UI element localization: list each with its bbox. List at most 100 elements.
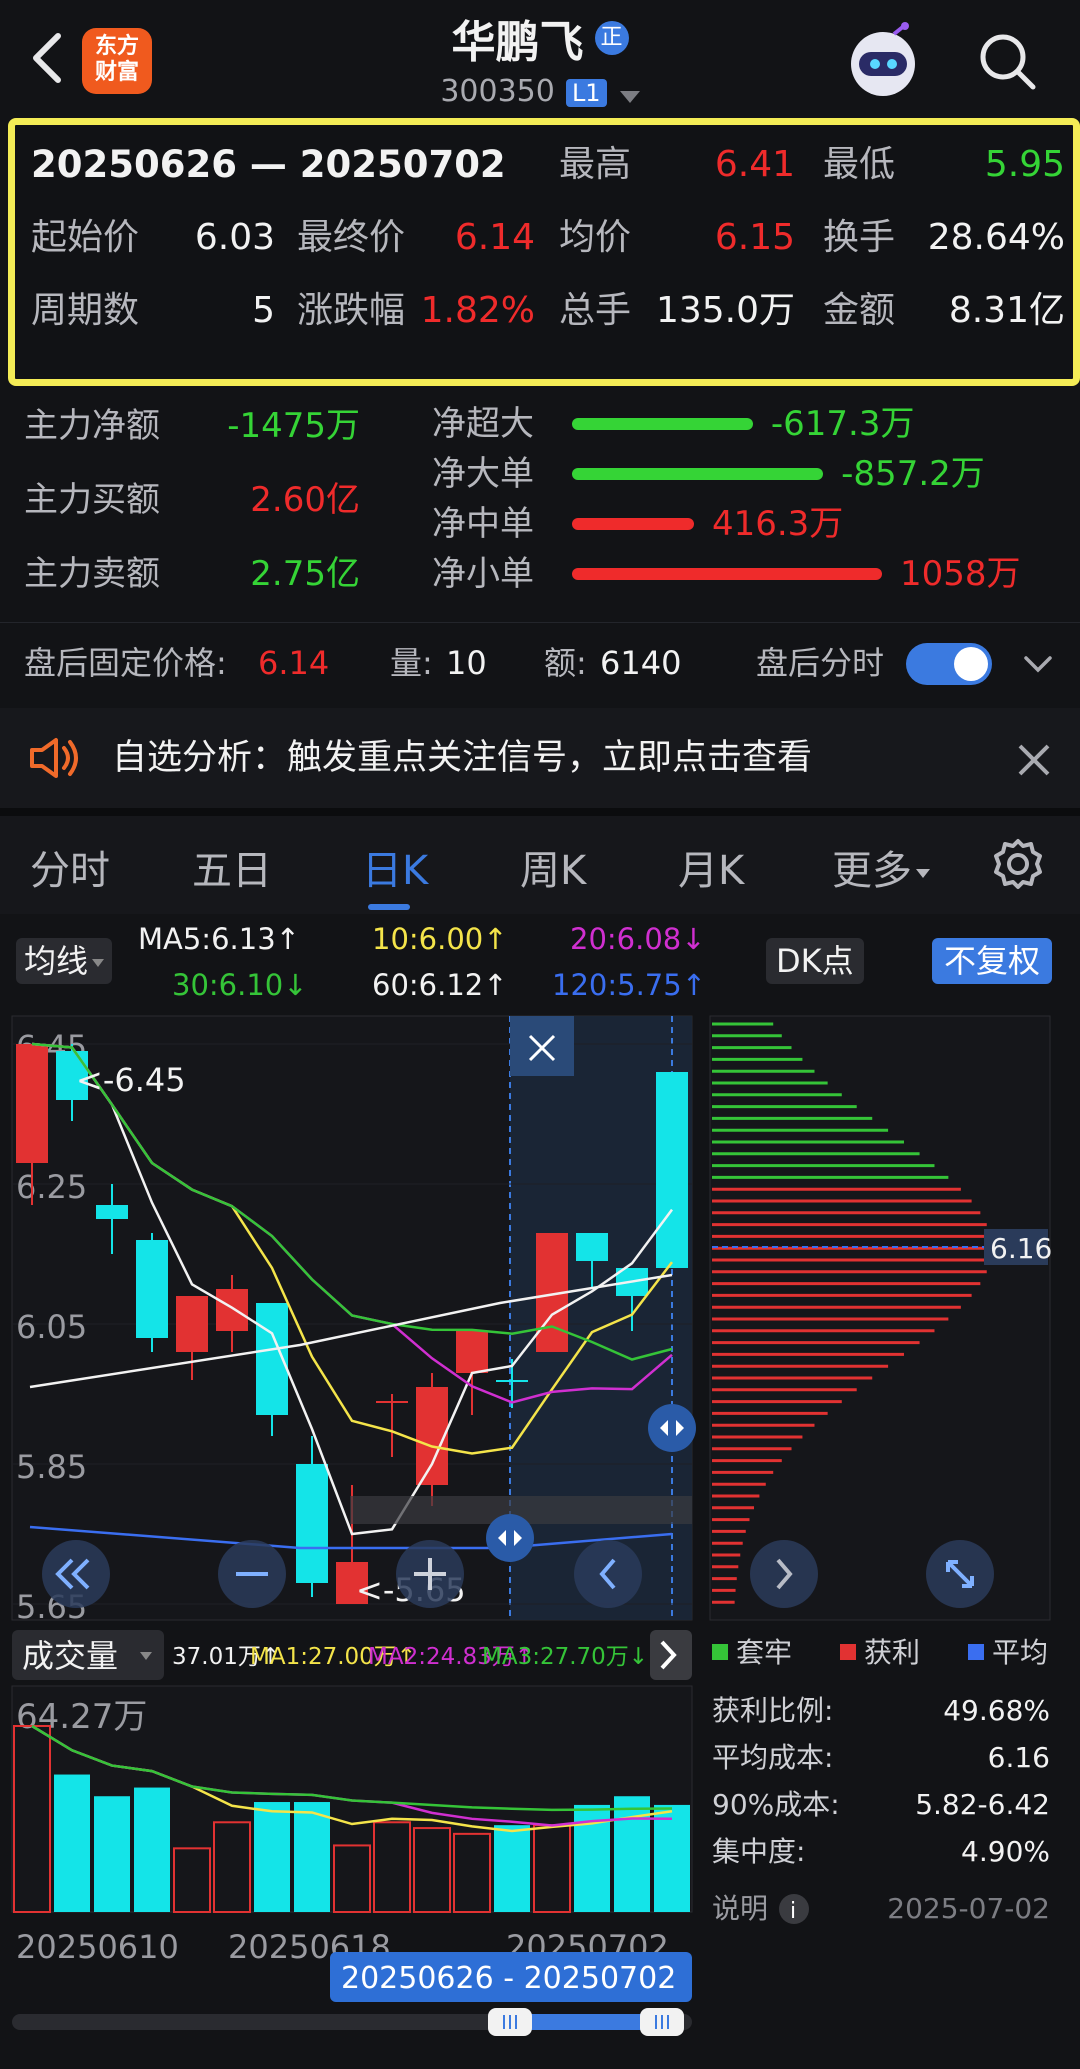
flow-bar-value: 416.3万 xyxy=(711,504,844,544)
chip-stat-label: 集中度: xyxy=(712,1835,805,1868)
post-price-value: 6.14 xyxy=(258,644,330,682)
volume-label: 总手 xyxy=(559,290,632,331)
candle-body xyxy=(456,1331,488,1373)
low-value: 5.95 xyxy=(984,144,1065,185)
tab-more-label: 更多 xyxy=(832,848,912,894)
change-label: 涨跌幅 xyxy=(297,290,406,331)
drag-handle-icon[interactable] xyxy=(486,1514,534,1562)
tab-five-day[interactable]: 五日 xyxy=(192,838,272,896)
tab-daily-k[interactable]: 日K xyxy=(362,838,428,896)
volume-bar xyxy=(254,1802,290,1912)
legend-label: 平均 xyxy=(992,1636,1048,1669)
notice-text[interactable]: 自选分析：触发重点关注信号，立即点击查看 xyxy=(112,732,812,784)
robot-assistant-icon[interactable] xyxy=(842,22,924,104)
net-value: -1475万 xyxy=(227,406,360,446)
flow-bar xyxy=(572,468,824,480)
candle-body xyxy=(136,1240,168,1338)
chip-stat-label: 获利比例: xyxy=(712,1694,833,1727)
info-glyph: i xyxy=(790,1899,796,1924)
chevron-down-icon[interactable] xyxy=(1018,649,1058,679)
speaker-icon xyxy=(26,734,82,782)
drag-handle-icon[interactable] xyxy=(648,1404,696,1452)
volume-bar xyxy=(614,1796,650,1912)
legend-swatch xyxy=(968,1644,984,1660)
high-price-marker: <-6.45 xyxy=(76,1061,186,1099)
buy-label: 主力买额 xyxy=(24,480,160,520)
tab-more[interactable]: 更多 xyxy=(832,838,930,896)
left-arrow-icon[interactable] xyxy=(574,1540,642,1608)
flow-bar-label: 净大单 xyxy=(432,454,534,494)
tab-weekly-k[interactable]: 周K xyxy=(520,838,586,896)
volume-selector-label: 成交量 xyxy=(22,1637,118,1675)
candle-body xyxy=(176,1296,208,1352)
high-value: 6.41 xyxy=(714,144,795,185)
turnover-value: 28.64% xyxy=(927,217,1065,258)
gear-icon[interactable] xyxy=(990,836,1046,892)
search-icon[interactable] xyxy=(978,30,1038,92)
stock-badge: 正 xyxy=(594,21,629,55)
tab-minute[interactable]: 分时 xyxy=(30,838,110,896)
flow-bar-value: -617.3万 xyxy=(770,404,915,444)
chart-period-tabs: 分时 五日 日K 周K 月K 更多 xyxy=(0,808,1080,914)
post-market-row: 盘后固定价格: 6.14 量: 10 额: 6140 盘后分时 xyxy=(0,622,1080,702)
post-toggle-label: 盘后分时 xyxy=(756,644,885,682)
chip-date: 2025-07-02 xyxy=(887,1892,1050,1925)
flow-bar xyxy=(572,418,753,430)
volume-bar xyxy=(494,1825,530,1912)
avg-cost-label: 6.16 xyxy=(990,1232,1052,1265)
periods-value: 5 xyxy=(252,290,275,331)
legend-swatch xyxy=(840,1644,856,1660)
range-summary-panel: 20250626 — 20250702 最高 6.41 最低 5.95 起始价 … xyxy=(8,118,1080,386)
chip-note-label: 说明 xyxy=(712,1892,768,1925)
legend-swatch xyxy=(712,1644,728,1660)
volume-bar xyxy=(654,1804,690,1912)
volume-ma3: MA3:27.70万↓ xyxy=(482,1644,648,1670)
flow-bar-value: -857.2万 xyxy=(841,454,985,494)
candle-body xyxy=(96,1205,128,1219)
open-value: 6.03 xyxy=(194,217,275,258)
stock-name: 华鹏飞 xyxy=(451,17,584,68)
kline-svg[interactable]: 6.456.256.055.855.65<-6.45<-5.656.16成交量3… xyxy=(0,914,1080,2069)
toggle-knob xyxy=(954,647,988,681)
chip-stat-value: 4.90% xyxy=(961,1835,1050,1868)
kline-chart-area: 均线 MA5:6.13↑ 10:6.00↑ 20:6.08↓ 30:6.10↓ … xyxy=(0,914,1080,2069)
chip-stat-label: 90%成本: xyxy=(712,1788,840,1821)
candle-body xyxy=(376,1401,408,1403)
volume-bar xyxy=(294,1802,330,1912)
post-amt-value: 6140 xyxy=(600,644,682,682)
analysis-notice-banner[interactable]: 自选分析：触发重点关注信号，立即点击查看 xyxy=(0,708,1080,808)
chevron-down-icon xyxy=(619,90,640,103)
post-market-toggle[interactable] xyxy=(906,643,992,685)
chip-stat-value: 5.82-6.42 xyxy=(915,1788,1050,1821)
volume-value: 135.0万 xyxy=(655,290,795,331)
volume-bar xyxy=(134,1787,170,1912)
close-value: 6.14 xyxy=(454,217,535,258)
candle-body xyxy=(296,1464,328,1583)
volume-next-button[interactable] xyxy=(650,1630,692,1680)
flow-bar xyxy=(572,518,694,530)
caret-down-icon xyxy=(916,868,930,878)
volume-max-label: 64.27万 xyxy=(16,1697,147,1737)
flow-bar-value: 1058万 xyxy=(900,554,1021,594)
chip-stat-value: 6.16 xyxy=(988,1741,1050,1774)
tab-monthly-k[interactable]: 月K xyxy=(678,838,744,896)
legend-label: 套牢 xyxy=(736,1636,792,1669)
sell-value: 2.75亿 xyxy=(250,554,360,594)
fund-flow-panel[interactable]: 主力净额 -1475万 主力买额 2.60亿 主力卖额 2.75亿 净超大 -61… xyxy=(0,390,1080,610)
tab-active-underline xyxy=(368,904,410,910)
right-arrow-icon[interactable] xyxy=(750,1540,818,1608)
periods-label: 周期数 xyxy=(31,290,140,331)
avg-label: 均价 xyxy=(559,217,632,258)
close-icon[interactable] xyxy=(1012,738,1056,782)
avg-value: 6.15 xyxy=(714,217,795,258)
amount-label: 金额 xyxy=(823,290,896,331)
open-label: 起始价 xyxy=(31,217,140,258)
post-vol-value: 10 xyxy=(446,644,487,682)
price-tick-label: 6.25 xyxy=(16,1168,87,1206)
chip-stat-label: 平均成本: xyxy=(712,1741,833,1774)
low-label: 最低 xyxy=(823,144,896,185)
candle-body xyxy=(576,1233,608,1261)
candle-body xyxy=(16,1044,48,1163)
flow-bar-label: 净小单 xyxy=(432,554,534,594)
buy-value: 2.60亿 xyxy=(250,480,360,520)
